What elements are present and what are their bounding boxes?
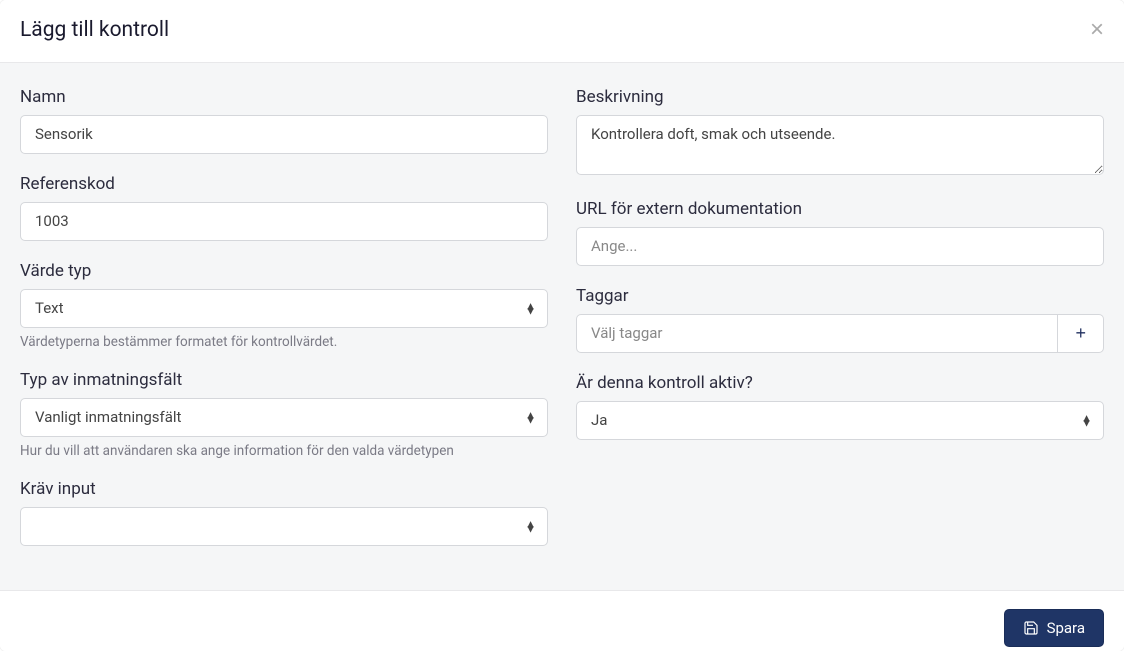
description-label: Beskrivning — [576, 87, 1104, 107]
tags-label: Taggar — [576, 286, 1104, 306]
value-type-select[interactable]: Text — [20, 289, 548, 328]
tags-input[interactable] — [576, 314, 1058, 353]
require-input-label: Kräv input — [20, 479, 548, 499]
form-left-column: Namn Referenskod Värde typ Text ▲▼ Värde… — [20, 87, 548, 566]
reference-code-label: Referenskod — [20, 174, 548, 194]
description-textarea[interactable]: Kontrollera doft, smak och utseende. — [576, 115, 1104, 175]
modal-header: Lägg till kontroll × — [0, 0, 1124, 62]
name-input[interactable] — [20, 115, 548, 154]
input-type-select[interactable]: Vanligt inmatningsfält — [20, 398, 548, 437]
name-label: Namn — [20, 87, 548, 107]
reference-code-group: Referenskod — [20, 174, 548, 241]
close-icon: × — [1090, 16, 1104, 43]
input-type-help: Hur du vill att användaren ska ange info… — [20, 443, 548, 459]
require-input-group: Kräv input ▲▼ — [20, 479, 548, 546]
form-right-column: Beskrivning Kontrollera doft, smak och u… — [576, 87, 1104, 566]
value-type-label: Värde typ — [20, 261, 548, 281]
external-url-label: URL för extern dokumentation — [576, 199, 1104, 219]
value-type-help: Värdetyperna bestämmer formatet för kont… — [20, 334, 548, 350]
modal-footer: Spara — [0, 591, 1124, 651]
add-tag-button[interactable]: + — [1058, 314, 1104, 353]
external-url-group: URL för extern dokumentation — [576, 199, 1104, 266]
active-label: Är denna kontroll aktiv? — [576, 373, 1104, 393]
input-type-group: Typ av inmatningsfält Vanligt inmatnings… — [20, 370, 548, 459]
require-input-select[interactable] — [20, 507, 548, 546]
name-group: Namn — [20, 87, 548, 154]
modal-title: Lägg till kontroll — [20, 18, 169, 42]
save-icon — [1023, 620, 1039, 636]
active-group: Är denna kontroll aktiv? Ja ▲▼ — [576, 373, 1104, 440]
external-url-input[interactable] — [576, 227, 1104, 266]
add-control-modal: Lägg till kontroll × Namn Referenskod Vä… — [0, 0, 1124, 651]
input-type-label: Typ av inmatningsfält — [20, 370, 548, 390]
modal-body: Namn Referenskod Värde typ Text ▲▼ Värde… — [0, 62, 1124, 591]
close-button[interactable]: × — [1090, 18, 1104, 42]
description-group: Beskrivning Kontrollera doft, smak och u… — [576, 87, 1104, 179]
save-button[interactable]: Spara — [1004, 609, 1104, 647]
plus-icon: + — [1075, 323, 1086, 344]
value-type-group: Värde typ Text ▲▼ Värdetyperna bestämmer… — [20, 261, 548, 350]
active-select[interactable]: Ja — [576, 401, 1104, 440]
save-button-label: Spara — [1047, 619, 1085, 637]
tags-group: Taggar + — [576, 286, 1104, 353]
reference-code-input[interactable] — [20, 202, 548, 241]
